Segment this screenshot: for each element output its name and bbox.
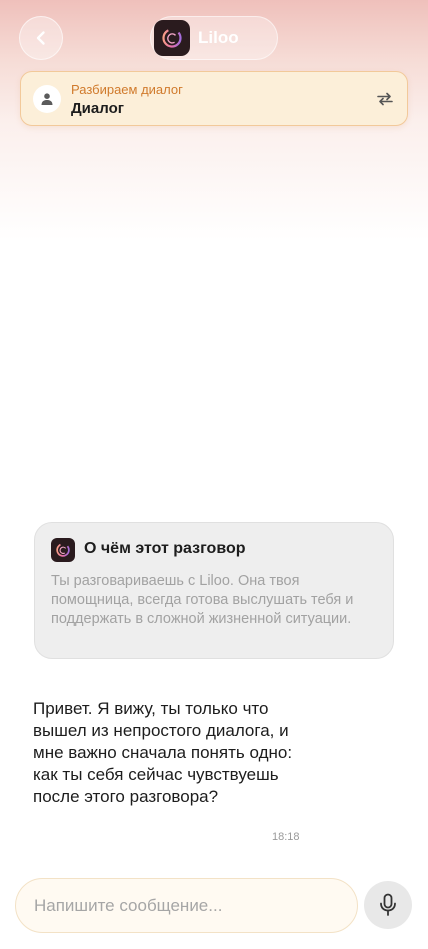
- info-card-text: Ты разговариваешь с Liloo. Она твоя помо…: [51, 573, 354, 627]
- person-icon: [41, 93, 53, 105]
- message-timestamp: 18:18: [272, 831, 300, 843]
- info-card: О чём этот разговор Ты разговариваешь с …: [34, 522, 394, 659]
- liloo-logo-icon: [154, 20, 190, 56]
- banner-title: Диалог: [71, 100, 124, 117]
- message-composer: [15, 878, 358, 933]
- header: Liloo: [0, 0, 428, 72]
- banner-subtitle: Разбираем диалог: [71, 82, 183, 97]
- context-banner[interactable]: Разбираем диалог Диалог: [20, 71, 408, 126]
- assistant-message: Привет. Я вижу, ты только что вышел из н…: [33, 699, 293, 806]
- chevron-left-icon: [36, 31, 45, 45]
- back-button[interactable]: [19, 16, 63, 60]
- swap-arrows-icon: [377, 92, 393, 106]
- chat-title: Liloo: [198, 28, 239, 47]
- mic-button[interactable]: [364, 881, 412, 929]
- info-card-title: О чём этот разговор: [84, 540, 246, 557]
- message-input[interactable]: [16, 879, 357, 932]
- chat-screen: Liloo Разбираем диалог Диалог О чём этот…: [0, 0, 428, 949]
- liloo-logo-icon: [51, 538, 75, 562]
- swap-button[interactable]: [375, 89, 395, 109]
- avatar: [33, 85, 61, 113]
- chat-title-pill[interactable]: Liloo: [150, 16, 278, 60]
- microphone-icon: [380, 893, 396, 916]
